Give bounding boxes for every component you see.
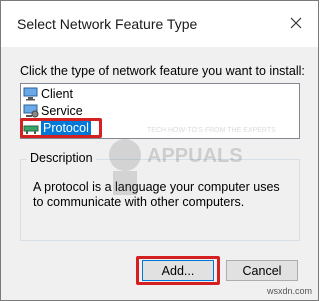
list-item-service[interactable]: Service: [23, 102, 83, 119]
instruction-label: Click the type of network feature you wa…: [20, 64, 305, 78]
dialog-title: Select Network Feature Type: [17, 16, 198, 32]
title-bar: Select Network Feature Type: [1, 1, 318, 47]
client-icon: [23, 87, 39, 101]
add-button[interactable]: Add...: [142, 260, 214, 281]
dialog-body: Click the type of network feature you wa…: [1, 47, 318, 300]
add-button-label: Add...: [161, 263, 195, 278]
service-icon: [23, 104, 39, 118]
cancel-button-label: Cancel: [242, 263, 282, 278]
site-watermark: wsxdn.com: [266, 286, 312, 296]
description-group: Description A protocol is a language you…: [20, 151, 300, 241]
dialog-window: Select Network Feature Type Click the ty…: [0, 0, 319, 301]
list-item-label: Protocol: [41, 120, 91, 135]
close-icon[interactable]: [288, 15, 304, 31]
cancel-button[interactable]: Cancel: [226, 260, 298, 281]
protocol-icon: [23, 121, 39, 135]
list-item-label: Service: [41, 103, 83, 118]
list-item-label: Client: [41, 86, 73, 101]
list-item-client[interactable]: Client: [23, 85, 73, 102]
description-legend: Description: [27, 151, 96, 165]
description-text: A protocol is a language your computer u…: [33, 180, 280, 209]
list-item-protocol[interactable]: Protocol: [23, 119, 91, 136]
feature-type-list[interactable]: Client Service Protocol: [20, 83, 300, 139]
